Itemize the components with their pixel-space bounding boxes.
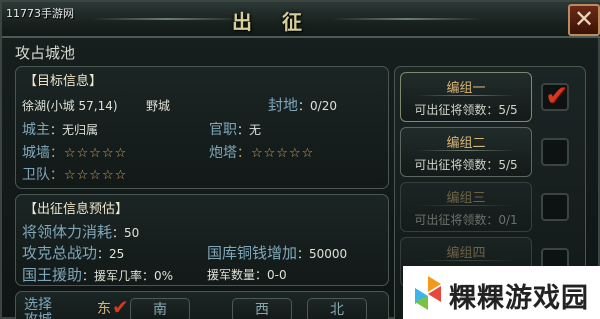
fief-label: 封地 — [268, 96, 299, 114]
direction-label-wrap: 选择攻城 — [24, 298, 64, 319]
stamina-row: 将领体力消耗：50 — [22, 221, 139, 242]
target-city-type: 野城 — [146, 99, 171, 113]
direction-north-label: 北 — [330, 302, 344, 318]
aid-count-row: 援军数量：0-0 — [207, 266, 287, 283]
tower-label: 炮塔 — [209, 145, 237, 161]
group-2-name: 编组二 — [446, 136, 486, 151]
logo-text: 粿粿游戏园 — [449, 283, 589, 314]
direction-south-label: 南 — [153, 302, 167, 318]
east-checkmark-icon: ✔ — [112, 295, 129, 319]
group-1-checkbox[interactable]: ✔ — [541, 79, 569, 112]
aid-label: 国王援助 — [22, 266, 83, 284]
power-row: 攻克总战功：25 — [22, 242, 124, 263]
group-1-name: 编组一 — [446, 81, 486, 96]
section-title: 攻占城池 — [15, 44, 76, 62]
group-3-checkbox[interactable] — [541, 193, 569, 221]
aid-row: 国王援助：援军几率：0% — [22, 264, 173, 285]
group-2-button[interactable]: 编组二 可出征将领数：5/5 — [400, 127, 532, 177]
group-2-count: 可出征将领数：5/5 — [414, 158, 518, 172]
direction-west-button[interactable]: 西 — [232, 298, 292, 319]
estimate-panel: 【出征信息预估】 将领体力消耗：50 攻克总战功：25 国库铜钱增加：50000… — [15, 194, 389, 286]
target-info-panel: 【目标信息】 徐湖(小城 57,14) 野城 封地：0/20 城主：无归属 官职… — [15, 66, 389, 189]
lord-value: ：无归属 — [50, 123, 99, 137]
title-bar: 11773手游网 出征 ✕ — [2, 2, 600, 38]
treasury-row: 国库铜钱增加：50000 — [207, 242, 347, 263]
direction-label: 选择攻城 — [24, 297, 52, 319]
aid-count: 援军数量：0-0 — [207, 268, 287, 282]
direction-east-label: 东 — [97, 301, 111, 317]
group-4-divider — [417, 260, 515, 261]
post-value: ：无 — [237, 123, 262, 137]
target-info-heading: 【目标信息】 — [24, 74, 103, 89]
checkmark-icon: ✔ — [545, 79, 569, 112]
window-title: 出征 — [232, 10, 332, 34]
target-city-row: 徐湖(小城 57,14) — [22, 97, 118, 114]
group-3-button[interactable]: 编组三 可出征将领数：0/1 — [400, 182, 532, 232]
close-button[interactable]: ✕ — [568, 4, 600, 36]
target-city-type-row: 野城 — [146, 97, 170, 114]
expedition-window: 11773手游网 出征 ✕ 攻占城池 【目标信息】 徐湖(小城 57,14) 野… — [0, 0, 600, 319]
estimate-heading: 【出征信息预估】 — [24, 202, 129, 217]
post-label: 官职 — [209, 122, 237, 138]
group-4-name: 编组四 — [446, 246, 486, 261]
stamina-value: ：50 — [112, 226, 140, 240]
group-2-checkbox[interactable] — [541, 138, 569, 166]
guard-row: 卫队：☆☆☆☆☆ — [22, 164, 127, 184]
group-3-divider — [417, 205, 515, 206]
fief-value: ：0/20 — [298, 99, 337, 113]
wall-stars: ：☆☆☆☆☆ — [50, 146, 128, 161]
post-row: 官职：无 — [209, 119, 261, 139]
site-logo-watermark: 粿粿游戏园 — [403, 266, 600, 319]
direction-west-label: 西 — [255, 302, 269, 318]
group-3-count: 可出征将领数：0/1 — [414, 213, 518, 227]
treasury-value: ：50000 — [297, 247, 348, 261]
fief-row: 封地：0/20 — [268, 94, 337, 115]
wall-label: 城墙 — [22, 145, 50, 161]
power-value: ：25 — [97, 247, 125, 261]
guard-label: 卫队 — [22, 167, 50, 183]
group-3-name: 编组三 — [446, 191, 486, 206]
target-city-name: 徐湖(小城 57,14) — [22, 99, 118, 113]
treasury-label: 国库铜钱增加 — [207, 244, 298, 262]
group-1-divider — [417, 95, 515, 96]
tower-stars: ：☆☆☆☆☆ — [237, 146, 315, 161]
group-1-button[interactable]: 编组一 可出征将领数：5/5 — [400, 72, 532, 122]
lord-row: 城主：无归属 — [22, 119, 98, 139]
direction-south-button[interactable]: 南 — [130, 298, 190, 319]
wall-row: 城墙：☆☆☆☆☆ — [22, 142, 127, 162]
lord-label: 城主 — [22, 122, 50, 138]
logo-icon — [415, 276, 441, 310]
power-label: 攻克总战功 — [22, 244, 98, 262]
tower-row: 炮塔：☆☆☆☆☆ — [209, 142, 314, 162]
stamina-label: 将领体力消耗 — [22, 223, 113, 241]
direction-east-button[interactable]: 东 ✔ — [74, 295, 134, 319]
direction-north-button[interactable]: 北 — [307, 298, 367, 319]
group-1-count: 可出征将领数：5/5 — [414, 103, 518, 117]
guard-stars: ：☆☆☆☆☆ — [50, 168, 128, 183]
group-2-divider — [417, 150, 515, 151]
aid-rate: ：援军几率：0% — [82, 269, 174, 283]
